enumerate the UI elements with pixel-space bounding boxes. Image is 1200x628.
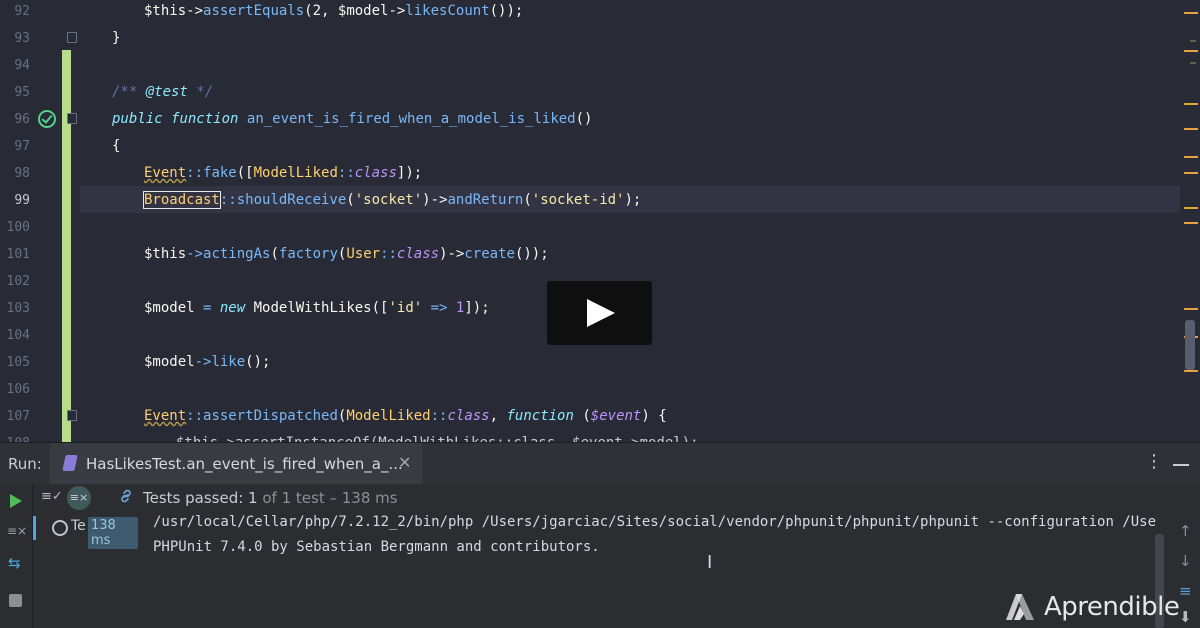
text-cursor-icon: I <box>707 552 713 573</box>
aprendible-logo: Aprendible <box>1004 588 1194 628</box>
line-number: 104 <box>6 328 30 343</box>
line-number: 102 <box>6 274 30 289</box>
code-line-95: /** @test */ <box>112 84 214 100</box>
code-line-103: $model = new ModelWithLikes(['id' => 1])… <box>144 300 490 316</box>
fold-marker-icon[interactable] <box>67 32 77 43</box>
line-number-current: 99 <box>14 193 30 208</box>
line-number: 94 <box>14 58 30 73</box>
code-line-96: public function an_event_is_fired_when_a… <box>112 111 593 127</box>
up-arrow-icon[interactable]: ↑ <box>1179 522 1192 540</box>
stripe-marker[interactable] <box>1184 50 1198 52</box>
stripe-marker[interactable] <box>1184 12 1198 14</box>
play-icon <box>587 299 615 327</box>
run-left-toolbar: ≡× ⇆ <box>0 484 33 628</box>
line-number: 97 <box>14 139 30 154</box>
run-config-tab[interactable]: HasLikesTest.an_event_is_fired_when_a_..… <box>50 443 422 485</box>
more-options-icon[interactable]: ⋮ <box>1145 451 1163 472</box>
test-tree-label: Te <box>71 518 86 534</box>
console-line: /usr/local/Cellar/php/7.2.12_2/bin/php /… <box>153 514 1158 530</box>
line-number: 98 <box>14 166 30 181</box>
minimize-icon[interactable] <box>1173 464 1189 466</box>
line-number: 95 <box>14 85 30 100</box>
test-duration-badge: 138 ms <box>88 517 138 549</box>
show-passed-icon[interactable]: ≡✓ <box>41 489 63 504</box>
logo-text: Aprendible <box>1044 592 1180 622</box>
line-number: 105 <box>6 355 30 370</box>
rerun-play-icon[interactable] <box>10 494 22 508</box>
line-number: 103 <box>6 301 30 316</box>
code-line-105: $model->like(); <box>144 354 271 370</box>
code-line-108: $this->assertInstanceOf(ModelWithLikes::… <box>176 430 699 442</box>
stripe-marker[interactable] <box>1184 172 1198 174</box>
error-stripe[interactable] <box>1180 0 1200 442</box>
test-passed-check-icon[interactable] <box>38 110 56 128</box>
test-tree-item[interactable]: Te 138 ms <box>33 516 138 549</box>
aprendible-logo-icon <box>1006 594 1034 620</box>
code-line-98: Event::fake([ModelLiked::class]); <box>144 165 423 181</box>
tests-toolbar: ≡✓ ≡× Tests passed: 1 of 1 test – 138 ms <box>33 484 1173 512</box>
stripe-marker[interactable] <box>1184 308 1198 310</box>
run-label: Run: <box>8 455 42 473</box>
line-number: 101 <box>6 247 30 262</box>
line-number: 108 <box>0 430 30 442</box>
stripe-marker[interactable] <box>1190 62 1196 64</box>
down-arrow-icon[interactable]: ↓ <box>1179 552 1192 570</box>
fold-marker-icon[interactable] <box>67 113 77 124</box>
stripe-marker[interactable] <box>1184 207 1198 209</box>
tests-status: Tests passed: 1 of 1 test – 138 ms <box>143 489 398 507</box>
stripe-marker[interactable] <box>1184 156 1198 158</box>
stop-icon[interactable] <box>9 594 22 607</box>
stripe-marker[interactable] <box>1190 40 1196 42</box>
video-play-button[interactable] <box>547 281 652 345</box>
vcs-change-bar <box>62 50 71 442</box>
run-tool-window-header: Run: HasLikesTest.an_event_is_fired_when… <box>0 442 1200 485</box>
swap-icon[interactable]: ⇆ <box>8 554 21 572</box>
test-passed-icon <box>52 520 68 536</box>
stripe-marker[interactable] <box>1184 128 1198 130</box>
line-number: 93 <box>14 31 30 46</box>
console-line: PHPUnit 7.4.0 by Sebastian Bergmann and … <box>153 539 600 555</box>
phpunit-icon <box>62 455 78 471</box>
line-number: 96 <box>14 112 30 127</box>
code-line-101: $this->actingAs(factory(User::class)->cr… <box>144 246 549 262</box>
link-icon <box>119 489 133 507</box>
stripe-marker[interactable] <box>1184 222 1198 224</box>
code-line-92: $this->assertEquals(2, $model->likesCoun… <box>144 3 524 19</box>
run-tab-label: HasLikesTest.an_event_is_fired_when_a_..… <box>86 455 403 473</box>
line-number: 100 <box>6 220 30 235</box>
close-tab-icon[interactable]: ✕ <box>398 453 411 472</box>
code-line-99: Broadcast::shouldReceive('socket')->andR… <box>143 191 642 209</box>
show-ignored-icon[interactable]: ≡× <box>67 486 91 510</box>
toggle-auto-test-icon[interactable]: ≡× <box>7 524 27 538</box>
code-editor[interactable]: 92 93 94 95 96 97 98 99 100 101 102 103 … <box>0 0 1200 442</box>
selection-indicator <box>33 516 36 540</box>
code-line-97: { <box>112 138 121 154</box>
code-line-93: } <box>112 30 121 46</box>
line-number: 92 <box>14 4 30 19</box>
code-line-107: Event::assertDispatched(ModelLiked::clas… <box>144 408 667 424</box>
editor-scrollbar[interactable] <box>1185 320 1195 370</box>
line-number: 107 <box>6 409 30 424</box>
stripe-marker[interactable] <box>1184 103 1198 105</box>
fold-marker-icon[interactable] <box>67 410 77 421</box>
line-number: 106 <box>6 382 30 397</box>
stripe-marker[interactable] <box>1184 370 1198 372</box>
